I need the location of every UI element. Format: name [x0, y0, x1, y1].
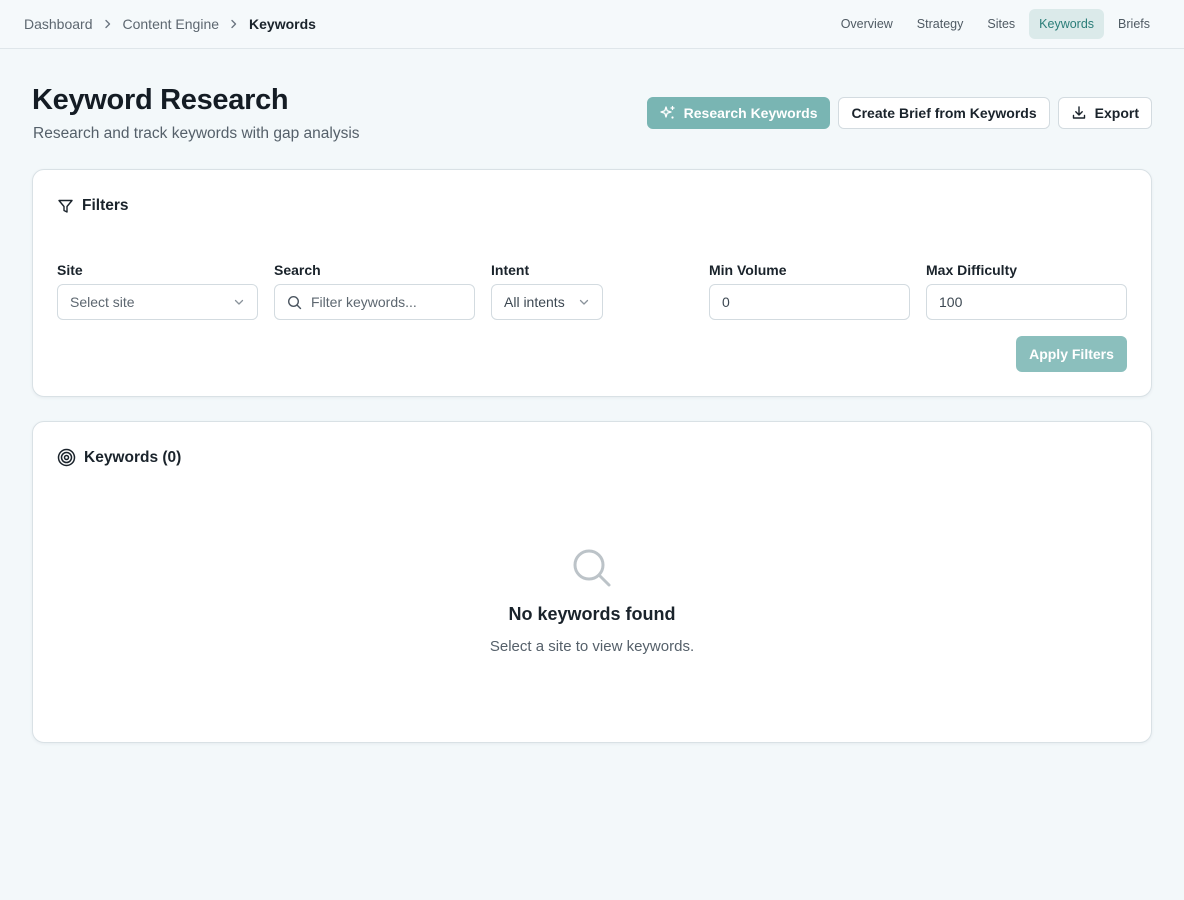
research-keywords-label: Research Keywords	[683, 105, 818, 121]
search-icon	[287, 295, 302, 310]
filters-heading: Filters	[57, 197, 129, 215]
sparkles-icon	[659, 105, 676, 121]
nav-keywords[interactable]: Keywords	[1029, 9, 1105, 39]
search-input-placeholder: Filter keywords...	[311, 294, 417, 310]
chevron-down-icon	[233, 296, 245, 308]
top-bar: Dashboard Content Engine Keywords Overvi…	[0, 0, 1184, 49]
chevron-right-icon	[229, 19, 239, 29]
page-title: Keyword Research	[32, 84, 289, 116]
header-actions: Research Keywords Create Brief from Keyw…	[646, 97, 1152, 129]
chevron-down-icon	[578, 296, 590, 308]
search-label: Search	[274, 262, 321, 278]
export-button[interactable]: Export	[1057, 97, 1152, 129]
research-keywords-button[interactable]: Research Keywords	[646, 97, 831, 129]
min-volume-value: 0	[722, 294, 730, 310]
page-subtitle: Research and track keywords with gap ana…	[33, 125, 360, 142]
breadcrumb-keywords: Keywords	[249, 16, 316, 32]
chevron-right-icon	[103, 19, 113, 29]
filter-icon	[57, 198, 74, 215]
max-difficulty-input[interactable]: 100	[926, 284, 1127, 320]
site-select-placeholder: Select site	[70, 294, 135, 310]
min-volume-input[interactable]: 0	[709, 284, 910, 320]
max-difficulty-label: Max Difficulty	[926, 262, 1018, 278]
apply-filters-button[interactable]: Apply Filters	[1016, 336, 1127, 372]
empty-state-subtitle: Select a site to view keywords.	[489, 638, 695, 655]
site-label: Site	[57, 262, 83, 278]
filters-title: Filters	[82, 197, 129, 214]
intent-select[interactable]: All intents	[491, 284, 603, 320]
target-icon	[57, 448, 76, 467]
nav-strategy[interactable]: Strategy	[907, 9, 974, 39]
top-nav: Overview Strategy Sites Keywords Briefs	[831, 9, 1160, 39]
export-label: Export	[1094, 105, 1139, 121]
nav-sites[interactable]: Sites	[977, 9, 1025, 39]
download-icon	[1071, 105, 1087, 121]
breadcrumb-dashboard[interactable]: Dashboard	[24, 16, 93, 32]
keywords-card: Keywords (0) No keywords found Select a …	[32, 421, 1152, 743]
max-difficulty-value: 100	[939, 294, 963, 310]
create-brief-button[interactable]: Create Brief from Keywords	[838, 97, 1050, 129]
empty-state-title: No keywords found	[508, 604, 676, 624]
keywords-heading: Keywords (0)	[57, 448, 181, 467]
nav-overview[interactable]: Overview	[831, 9, 903, 39]
nav-briefs[interactable]: Briefs	[1108, 9, 1160, 39]
intent-label: Intent	[491, 262, 530, 278]
min-volume-label: Min Volume	[709, 262, 787, 278]
intent-select-value: All intents	[504, 294, 565, 310]
breadcrumb: Dashboard Content Engine Keywords	[24, 16, 316, 32]
search-input[interactable]: Filter keywords...	[274, 284, 475, 320]
breadcrumb-content-engine[interactable]: Content Engine	[123, 16, 220, 32]
search-icon	[570, 546, 614, 590]
site-select[interactable]: Select site	[57, 284, 258, 320]
empty-state: No keywords found Select a site to view …	[33, 546, 1151, 655]
create-brief-label: Create Brief from Keywords	[851, 105, 1037, 121]
keywords-title: Keywords (0)	[84, 448, 182, 466]
filters-card: Filters Site Select site Search Filter k…	[32, 169, 1152, 397]
